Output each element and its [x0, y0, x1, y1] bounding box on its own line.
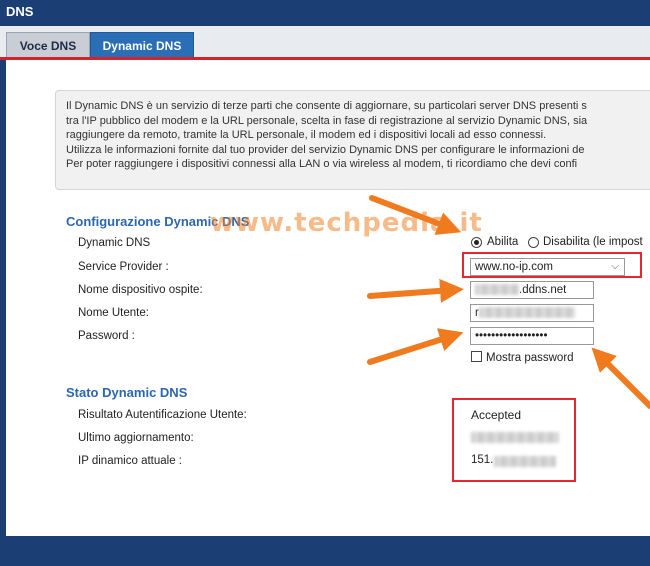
arrow-to-enable [369, 195, 462, 235]
arrow-to-username [367, 328, 464, 365]
annotation-arrows [367, 195, 650, 409]
arrow-to-password [591, 347, 650, 409]
arrow-to-hostname [367, 278, 464, 303]
